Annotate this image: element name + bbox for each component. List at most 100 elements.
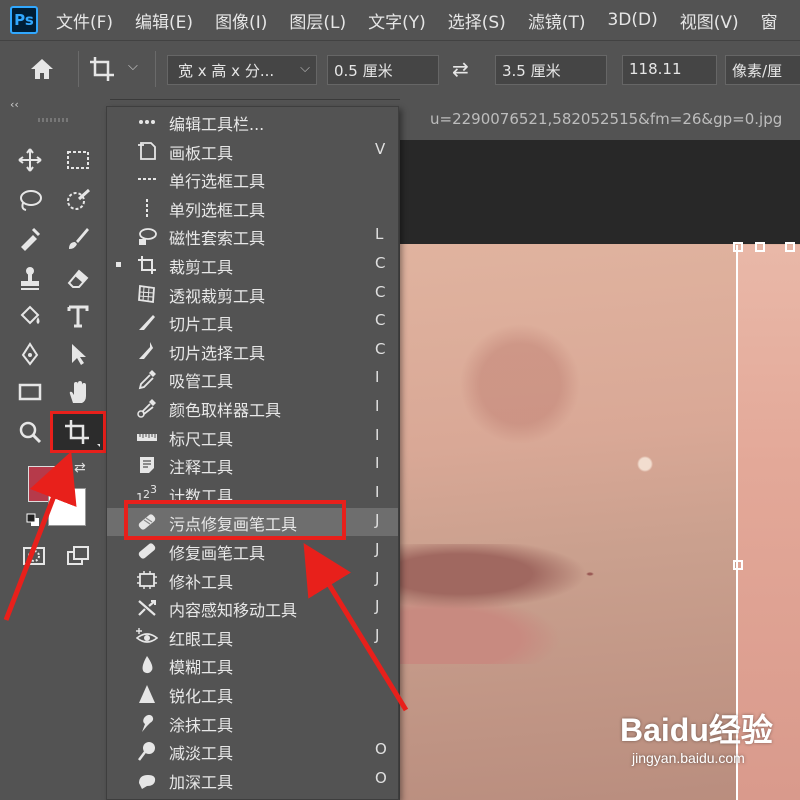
flyout-item[interactable]: 磁性套索工具 L <box>107 222 398 250</box>
zoom-tool-icon[interactable] <box>14 416 46 448</box>
swap-colors-icon[interactable]: ⇄ <box>74 460 86 476</box>
crop-tool-active[interactable] <box>50 411 106 453</box>
svg-text:2: 2 <box>143 488 150 501</box>
color-sampler-icon <box>135 397 159 419</box>
brush-tool-icon[interactable] <box>62 222 94 254</box>
paint-bucket-icon[interactable] <box>14 300 46 332</box>
hand-tool-icon[interactable] <box>62 376 94 408</box>
flyout-item[interactable]: 编辑工具栏... <box>107 108 398 136</box>
flyout-item-label: 锐化工具 <box>169 687 234 706</box>
eraser-tool-icon[interactable] <box>62 262 94 294</box>
menu-file[interactable]: 文件(F) <box>56 8 113 33</box>
svg-text:3: 3 <box>150 483 157 496</box>
move-tool-icon[interactable] <box>14 144 46 176</box>
path-selection-icon[interactable] <box>62 338 94 370</box>
flyout-item[interactable]: 透视裁剪工具 C <box>107 280 398 308</box>
clone-stamp-icon[interactable] <box>14 262 46 294</box>
flyout-item-shortcut: J <box>375 568 380 587</box>
flyout-item[interactable]: 加深工具 O <box>107 766 398 794</box>
flyout-item-label: 单列选框工具 <box>169 200 266 220</box>
selected-bullet <box>116 262 121 267</box>
flyout-item-label: 模糊工具 <box>169 658 234 678</box>
single-row-marquee-icon <box>135 168 159 190</box>
flyout-item[interactable]: 吸管工具 I <box>107 365 398 393</box>
note-icon <box>135 454 159 476</box>
crop-preset-icon[interactable] <box>88 55 120 83</box>
quick-selection-icon[interactable] <box>62 184 94 216</box>
flyout-item[interactable]: 锐化工具 <box>107 680 398 708</box>
quick-mask-icon[interactable] <box>18 540 50 572</box>
ratio-select-value: 宽 x 高 x 分... <box>178 62 275 80</box>
menu-view[interactable]: 视图(V) <box>680 8 739 33</box>
flyout-item[interactable]: 修复画笔工具 J <box>107 537 398 565</box>
flyout-item[interactable]: 涂抹工具 <box>107 709 398 737</box>
flyout-item-shortcut: C <box>375 282 386 301</box>
flyout-item[interactable]: 切片工具 C <box>107 308 398 336</box>
flyout-item-shortcut: I <box>375 368 380 387</box>
chevron-down-icon[interactable]: ⌵ <box>128 59 138 74</box>
rectangular-marquee-icon[interactable] <box>62 144 94 176</box>
menu-edit[interactable]: 编辑(E) <box>135 8 193 33</box>
slice-icon <box>135 311 159 333</box>
resolution-field[interactable]: 118.11 <box>622 55 717 85</box>
screen-mode-icon[interactable] <box>62 540 94 572</box>
rectangle-tool-icon[interactable] <box>14 376 46 408</box>
flyout-item-label: 注释工具 <box>169 458 234 478</box>
crop-handle[interactable] <box>755 242 765 252</box>
flyout-item[interactable]: 内容感知移动工具 J <box>107 594 398 622</box>
collapse-panel-icon[interactable]: ‹‹ <box>10 98 19 111</box>
flyout-item[interactable]: 模糊工具 <box>107 651 398 679</box>
flyout-item-shortcut: J <box>375 540 380 558</box>
flyout-item-label: 加深工具 <box>169 772 234 792</box>
crop-handle[interactable] <box>785 242 795 252</box>
flyout-item[interactable]: 注释工具 I <box>107 451 398 479</box>
flyout-item-label: 修复画笔工具 <box>169 544 266 563</box>
flyout-item[interactable]: 修补工具 J <box>107 566 398 594</box>
menu-filter[interactable]: 滤镜(T) <box>528 8 586 33</box>
dodge-icon <box>135 740 159 762</box>
flyout-item[interactable]: 单行选框工具 <box>107 165 398 193</box>
menu-layer[interactable]: 图层(L) <box>289 8 346 33</box>
menu-select[interactable]: 选择(S) <box>448 8 506 33</box>
spot-healing-brush-toolbar-icon[interactable] <box>14 222 46 254</box>
menu-window[interactable]: 窗 <box>761 8 778 33</box>
flyout-item-shortcut: O <box>375 740 387 759</box>
default-colors-icon[interactable] <box>26 512 40 526</box>
crop-handle[interactable] <box>733 560 743 570</box>
flyout-item[interactable]: 颜色取样器工具 I <box>107 394 398 422</box>
lasso-tool-icon[interactable] <box>14 184 46 216</box>
perspective-crop-icon <box>135 283 159 305</box>
flyout-item-shortcut: C <box>375 254 386 272</box>
flyout-item[interactable]: 裁剪工具 C <box>107 251 398 279</box>
canvas[interactable]: Baidu经验 jingyan.baidu.com <box>400 140 800 800</box>
flyout-item[interactable]: 红眼工具 J <box>107 623 398 651</box>
resolution-units-select[interactable]: 像素/厘 <box>725 55 800 85</box>
dots-icon <box>135 111 159 133</box>
background-color-swatch[interactable] <box>48 488 86 526</box>
sharpen-icon <box>135 683 159 705</box>
height-field[interactable]: 3.5 厘米 <box>495 55 607 85</box>
panel-grip[interactable] <box>38 118 70 122</box>
flyout-item-label: 减淡工具 <box>169 744 234 764</box>
pen-tool-icon[interactable] <box>14 338 46 370</box>
swap-dimensions-icon[interactable]: ⇄ <box>452 57 469 81</box>
flyout-item[interactable]: 标尺工具 I <box>107 423 398 451</box>
ratio-select[interactable]: 宽 x 高 x 分... ⌵ <box>167 55 317 85</box>
menu-type[interactable]: 文字(Y) <box>368 8 426 33</box>
type-tool-icon[interactable] <box>62 300 94 332</box>
flyout-item[interactable]: 切片选择工具 C <box>107 337 398 365</box>
magnetic-lasso-icon <box>135 225 159 247</box>
crop-handle[interactable] <box>733 242 743 252</box>
flyout-item[interactable]: 画板工具 V <box>107 137 398 165</box>
flyout-item-label: 画板工具 <box>169 143 234 163</box>
burn-icon <box>135 769 159 791</box>
flyout-item[interactable]: 海绵工具O <box>107 794 398 799</box>
photoshop-logo: Ps <box>10 6 38 34</box>
flyout-item[interactable]: 单列选框工具 <box>107 194 398 222</box>
menu-image[interactable]: 图像(I) <box>215 8 267 33</box>
width-field[interactable]: 0.5 厘米 <box>327 55 439 85</box>
home-icon[interactable] <box>28 55 56 83</box>
flyout-item[interactable]: 减淡工具 O <box>107 737 398 765</box>
document-tab[interactable]: u=2290076521,582052515&fm=26&gp=0.jpg <box>430 110 782 128</box>
menu-3d[interactable]: 3D(D) <box>607 10 657 30</box>
